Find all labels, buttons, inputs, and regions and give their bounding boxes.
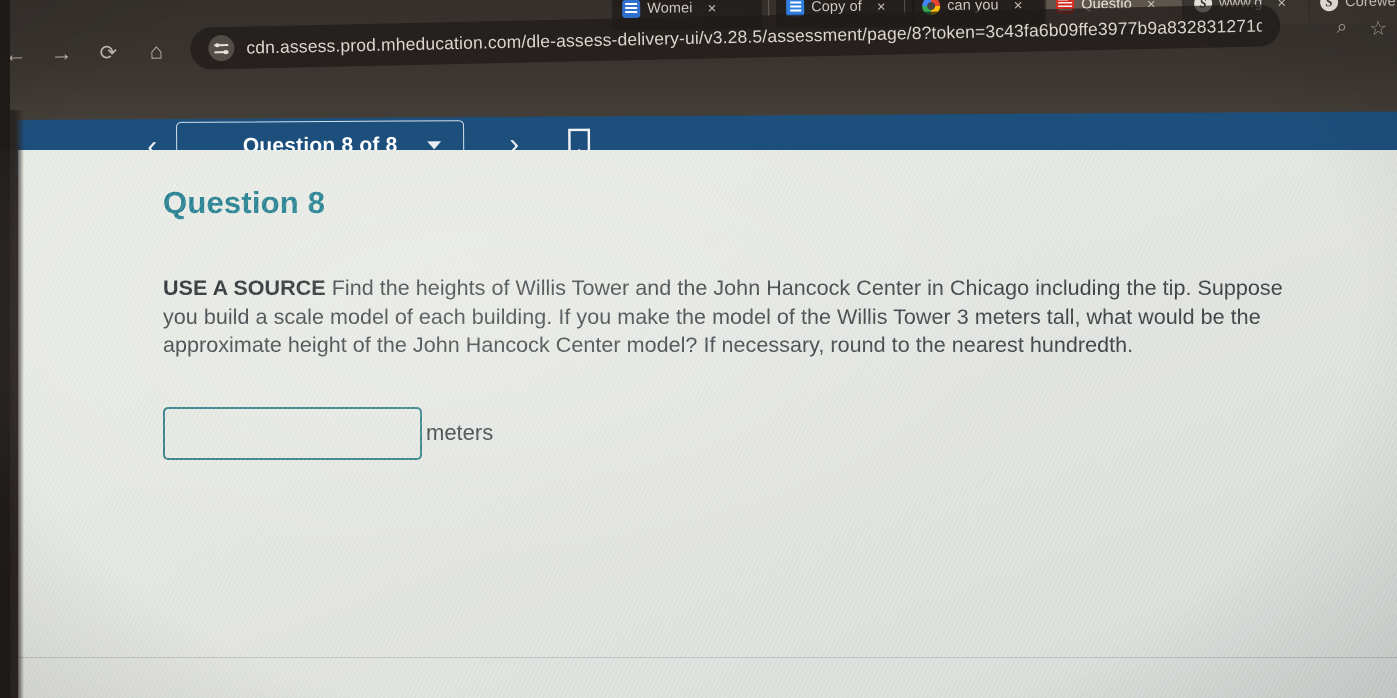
- omnibox-actions: ⌕ ☆: [1336, 16, 1387, 42]
- bookmark-star-icon[interactable]: ☆: [1369, 16, 1387, 41]
- question-prompt: USE A SOURCE Find the heights of Willis …: [163, 274, 1298, 360]
- assessment-page: Question 8 USE A SOURCE Find the heights…: [18, 150, 1397, 698]
- tab-label: Womei: [647, 0, 693, 17]
- close-icon[interactable]: ×: [707, 0, 716, 17]
- site-settings-icon[interactable]: [208, 34, 235, 62]
- answer-unit-label: meters: [426, 420, 494, 445]
- answer-row: meters: [163, 406, 1363, 460]
- photo-edge-bezel: [0, 0, 10, 698]
- answer-input[interactable]: [163, 406, 422, 460]
- reload-button[interactable]: ⟳: [95, 39, 122, 66]
- page-title: Question 8: [163, 185, 326, 220]
- page-divider: [18, 657, 1397, 658]
- screen-photo: Womei × Copy of × can you × Questio ×: [0, 0, 1397, 698]
- prompt-text: Find the heights of Willis Tower and the…: [163, 276, 1283, 357]
- search-icon[interactable]: ⌕: [1336, 17, 1347, 42]
- chevron-down-icon: [427, 140, 442, 149]
- forward-button[interactable]: →: [48, 40, 75, 67]
- home-icon[interactable]: ⌂: [143, 38, 170, 65]
- prompt-tag: USE A SOURCE: [163, 276, 326, 300]
- blue-grid-icon: [622, 0, 641, 19]
